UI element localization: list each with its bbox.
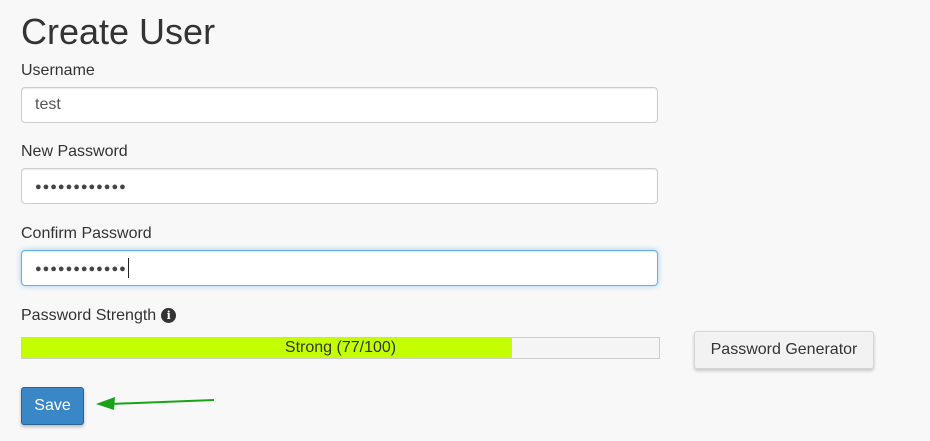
- page-title: Create User: [21, 11, 216, 52]
- new-password-label: New Password: [21, 143, 128, 160]
- confirm-password-label: Confirm Password: [21, 225, 152, 242]
- password-strength-label: Password Strength: [21, 307, 157, 324]
- annotation-arrow-icon: [96, 397, 215, 410]
- confirm-password-field[interactable]: ●●●●●●●●●●●●: [21, 250, 658, 286]
- confirm-password-value: ●●●●●●●●●●●●: [35, 263, 127, 275]
- username-value: test: [35, 96, 61, 113]
- new-password-value: ●●●●●●●●●●●●: [35, 181, 127, 193]
- username-label: Username: [21, 62, 95, 79]
- save-button[interactable]: Save: [21, 387, 84, 425]
- new-password-field[interactable]: ●●●●●●●●●●●●: [21, 168, 658, 204]
- password-strength-meter: Strong (77/100): [21, 337, 660, 359]
- username-field[interactable]: test: [21, 87, 658, 123]
- password-strength-text: Strong (77/100): [284, 339, 397, 356]
- password-strength-label-row: Password Strength i: [21, 306, 177, 326]
- text-caret: [127, 257, 129, 278]
- password-generator-button[interactable]: Password Generator: [694, 331, 874, 369]
- info-icon[interactable]: i: [161, 308, 177, 323]
